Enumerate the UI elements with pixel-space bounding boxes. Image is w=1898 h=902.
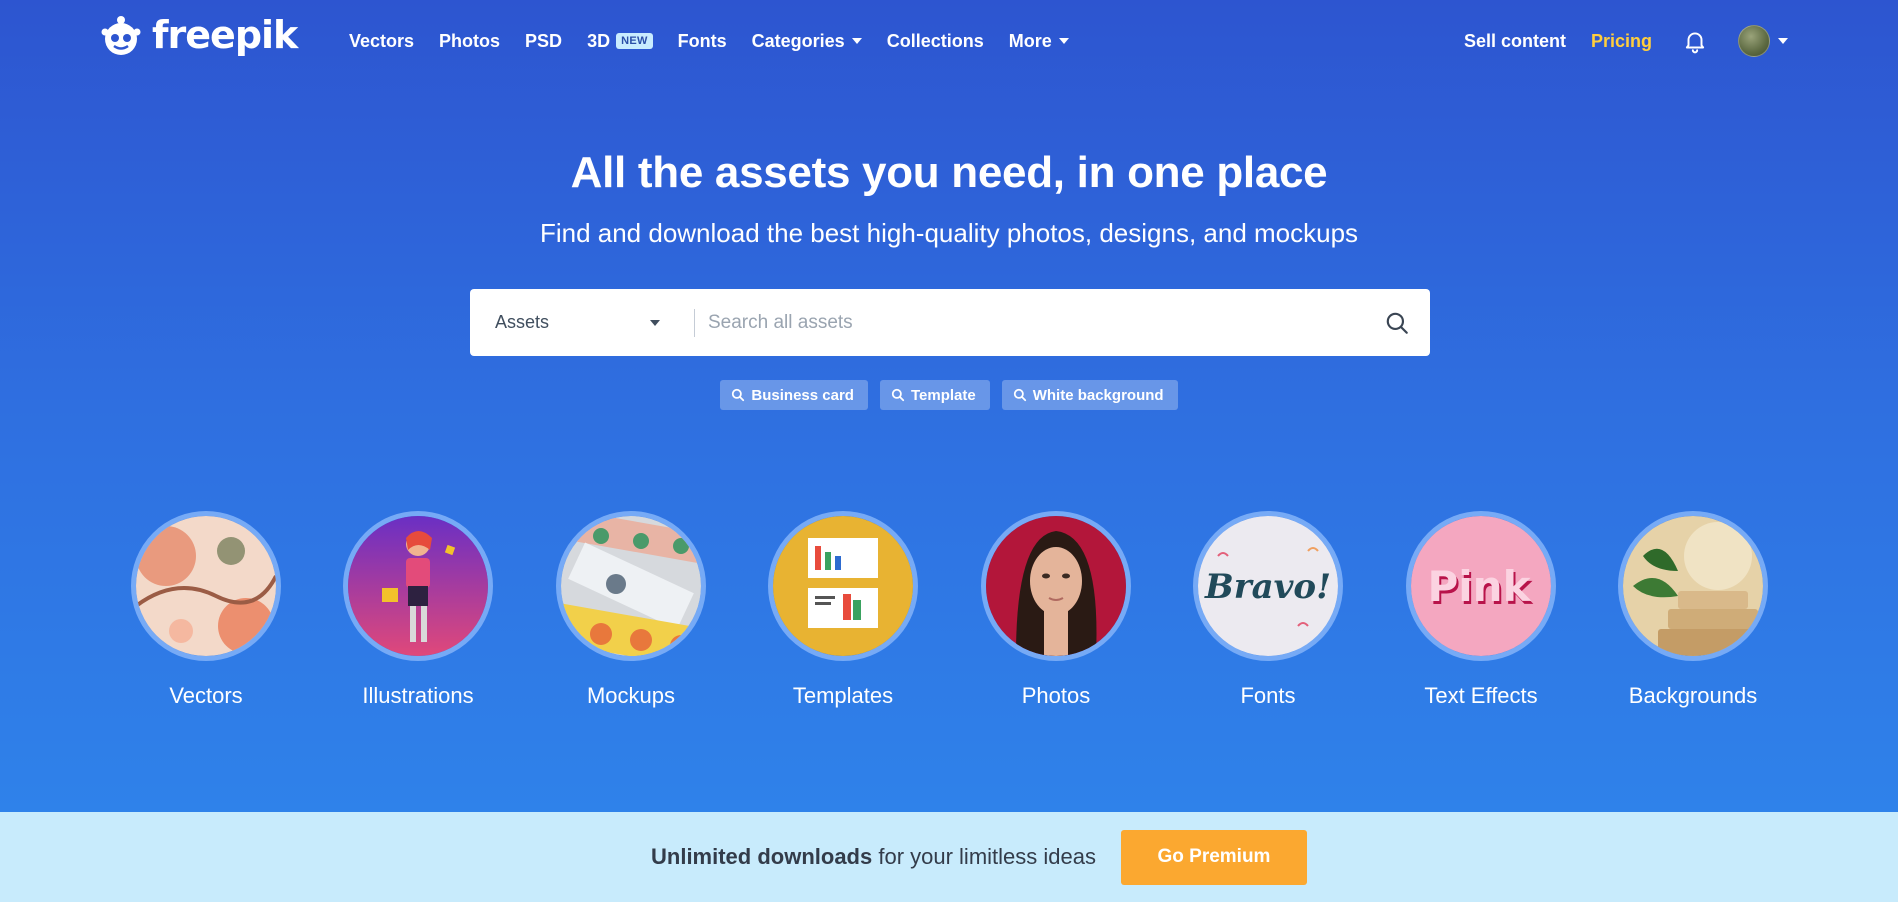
tag-business-card[interactable]: Business card — [720, 380, 868, 410]
suggested-searches: Business card Template White background — [0, 380, 1898, 410]
bell-icon[interactable] — [1682, 28, 1708, 54]
category-thumbnail — [556, 511, 706, 661]
templates-thumbnail — [773, 516, 913, 656]
search-button[interactable] — [1363, 289, 1430, 356]
category-label: Vectors — [169, 683, 243, 708]
avatar[interactable] — [1738, 25, 1770, 57]
sell-content-link[interactable]: Sell content — [1464, 31, 1566, 52]
category-label: Photos — [1021, 683, 1091, 708]
vectors-thumbnail — [136, 516, 276, 656]
tag-label: White background — [1032, 386, 1164, 404]
category-thumbnail: Bravo! — [1193, 511, 1343, 661]
category-label: Illustrations — [362, 683, 474, 708]
text-effects-sample-text: Pink — [1427, 562, 1531, 611]
search-icon — [732, 388, 745, 402]
category-illustrations[interactable]: Illustrations — [318, 511, 518, 709]
category-thumbnail — [131, 511, 281, 661]
chevron-down-icon — [851, 38, 862, 44]
new-badge: NEW — [616, 33, 653, 49]
nav-more[interactable]: More — [1009, 31, 1069, 52]
tag-label: Template — [910, 386, 976, 404]
category-vectors[interactable]: Vectors — [106, 511, 306, 709]
illustrations-thumbnail — [348, 516, 488, 656]
category-thumbnail — [768, 511, 918, 661]
text-effects-thumbnail: Pink Pink — [1411, 516, 1551, 656]
nav-collections-label: Collections — [886, 30, 984, 51]
nav-psd[interactable]: PSD — [525, 31, 562, 52]
chevron-down-icon — [650, 319, 660, 326]
category-photos[interactable]: Photos — [956, 511, 1156, 709]
nav-vectors-label: Vectors — [349, 30, 415, 51]
category-templates[interactable]: Templates — [743, 511, 943, 709]
category-thumbnail — [1618, 511, 1768, 661]
banner-rest-text: for your limitless ideas — [872, 844, 1096, 869]
nav-photos[interactable]: Photos — [439, 31, 500, 52]
category-mockups[interactable]: Mockups — [531, 511, 731, 709]
nav-categories-label: Categories — [751, 30, 845, 51]
chevron-down-icon[interactable] — [1778, 38, 1788, 44]
fonts-sample-text: Bravo! — [1204, 567, 1331, 607]
nav-more-label: More — [1008, 30, 1052, 51]
nav-fonts[interactable]: Fonts — [678, 31, 727, 52]
category-label: Backgrounds — [1628, 683, 1758, 708]
photos-thumbnail — [986, 516, 1126, 656]
brand-name: freepik — [152, 13, 298, 57]
category-label: Mockups — [586, 683, 676, 708]
category-label: Templates — [792, 683, 894, 708]
nav-collections[interactable]: Collections — [887, 31, 984, 52]
nav-photos-label: Photos — [439, 30, 501, 51]
category-thumbnail — [981, 511, 1131, 661]
account-area: Sell content Pricing — [1464, 0, 1788, 82]
category-thumbnail: Pink Pink — [1406, 511, 1556, 661]
search-icon — [1386, 312, 1408, 334]
category-backgrounds[interactable]: Backgrounds — [1593, 511, 1793, 709]
backgrounds-thumbnail — [1623, 516, 1763, 656]
nav-3d-label: 3D — [587, 30, 611, 51]
category-text-effects[interactable]: Pink Pink Text Effects — [1381, 511, 1581, 709]
nav-categories[interactable]: Categories — [752, 31, 862, 52]
tag-label: Business card — [751, 386, 854, 404]
go-premium-button[interactable]: Go Premium — [1120, 829, 1307, 885]
robot-mascot-icon — [101, 16, 141, 55]
main-menu: Vectors Photos PSD 3D NEW Fonts Categori… — [349, 0, 1094, 82]
nav-3d[interactable]: 3D NEW — [587, 31, 653, 52]
premium-banner-text: Unlimited downloads for your limitless i… — [651, 844, 1096, 870]
nav-fonts-label: Fonts — [677, 30, 727, 51]
search-icon — [1013, 388, 1026, 402]
category-label: Text Effects — [1424, 683, 1538, 708]
premium-banner: Unlimited downloads for your limitless i… — [0, 812, 1898, 902]
banner-bold-text: Unlimited downloads — [651, 844, 873, 869]
hero-title: All the assets you need, in one place — [570, 148, 1328, 197]
top-navigation: freepik Vectors Photos PSD 3D NEW Fonts … — [0, 0, 1898, 82]
chevron-down-icon — [1058, 38, 1069, 44]
tag-template[interactable]: Template — [879, 380, 990, 410]
asset-type-value: Assets — [495, 312, 550, 332]
category-fonts[interactable]: Bravo! Fonts — [1168, 511, 1368, 709]
category-thumbnail — [343, 511, 493, 661]
search-icon — [891, 388, 905, 402]
tag-white-background[interactable]: White background — [1001, 380, 1178, 410]
category-label: Fonts — [1240, 683, 1296, 708]
mockups-thumbnail — [561, 516, 701, 656]
search-bar: Assets — [470, 289, 1430, 356]
pricing-link[interactable]: Pricing — [1591, 31, 1652, 52]
asset-type-select[interactable]: Assets — [470, 289, 694, 356]
search-input[interactable] — [695, 289, 1363, 356]
nav-psd-label: PSD — [525, 30, 563, 51]
hero-subtitle: Find and download the best high-quality … — [539, 218, 1359, 248]
freepik-logo[interactable]: freepik — [98, 12, 298, 58]
fonts-thumbnail: Bravo! — [1198, 516, 1338, 656]
nav-vectors[interactable]: Vectors — [349, 31, 414, 52]
